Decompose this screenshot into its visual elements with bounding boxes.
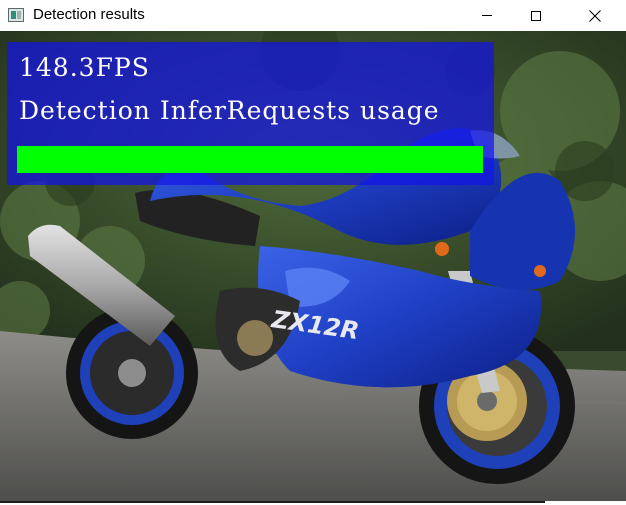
infer-requests-usage-fill — [17, 146, 483, 173]
infer-requests-usage-label: Detection InferRequests usage — [19, 96, 440, 125]
detection-frame: ZX12R 148.3FPS Detection InferRequests u… — [0, 31, 626, 501]
maximize-button[interactable] — [513, 0, 559, 31]
fps-counter: 148.3FPS — [19, 53, 150, 82]
stats-overlay: 148.3FPS Detection InferRequests usage — [7, 42, 494, 185]
infer-requests-usage-bar — [17, 146, 483, 173]
maximize-icon — [531, 10, 541, 21]
window-bottom-edge — [0, 501, 626, 505]
window-titlebar[interactable]: Detection results — [0, 0, 626, 31]
close-button[interactable] — [572, 0, 618, 31]
close-icon — [589, 9, 601, 22]
minimize-button[interactable] — [464, 0, 510, 31]
app-window-icon — [8, 8, 24, 22]
window-title: Detection results — [33, 6, 145, 23]
minimize-icon — [482, 15, 492, 16]
